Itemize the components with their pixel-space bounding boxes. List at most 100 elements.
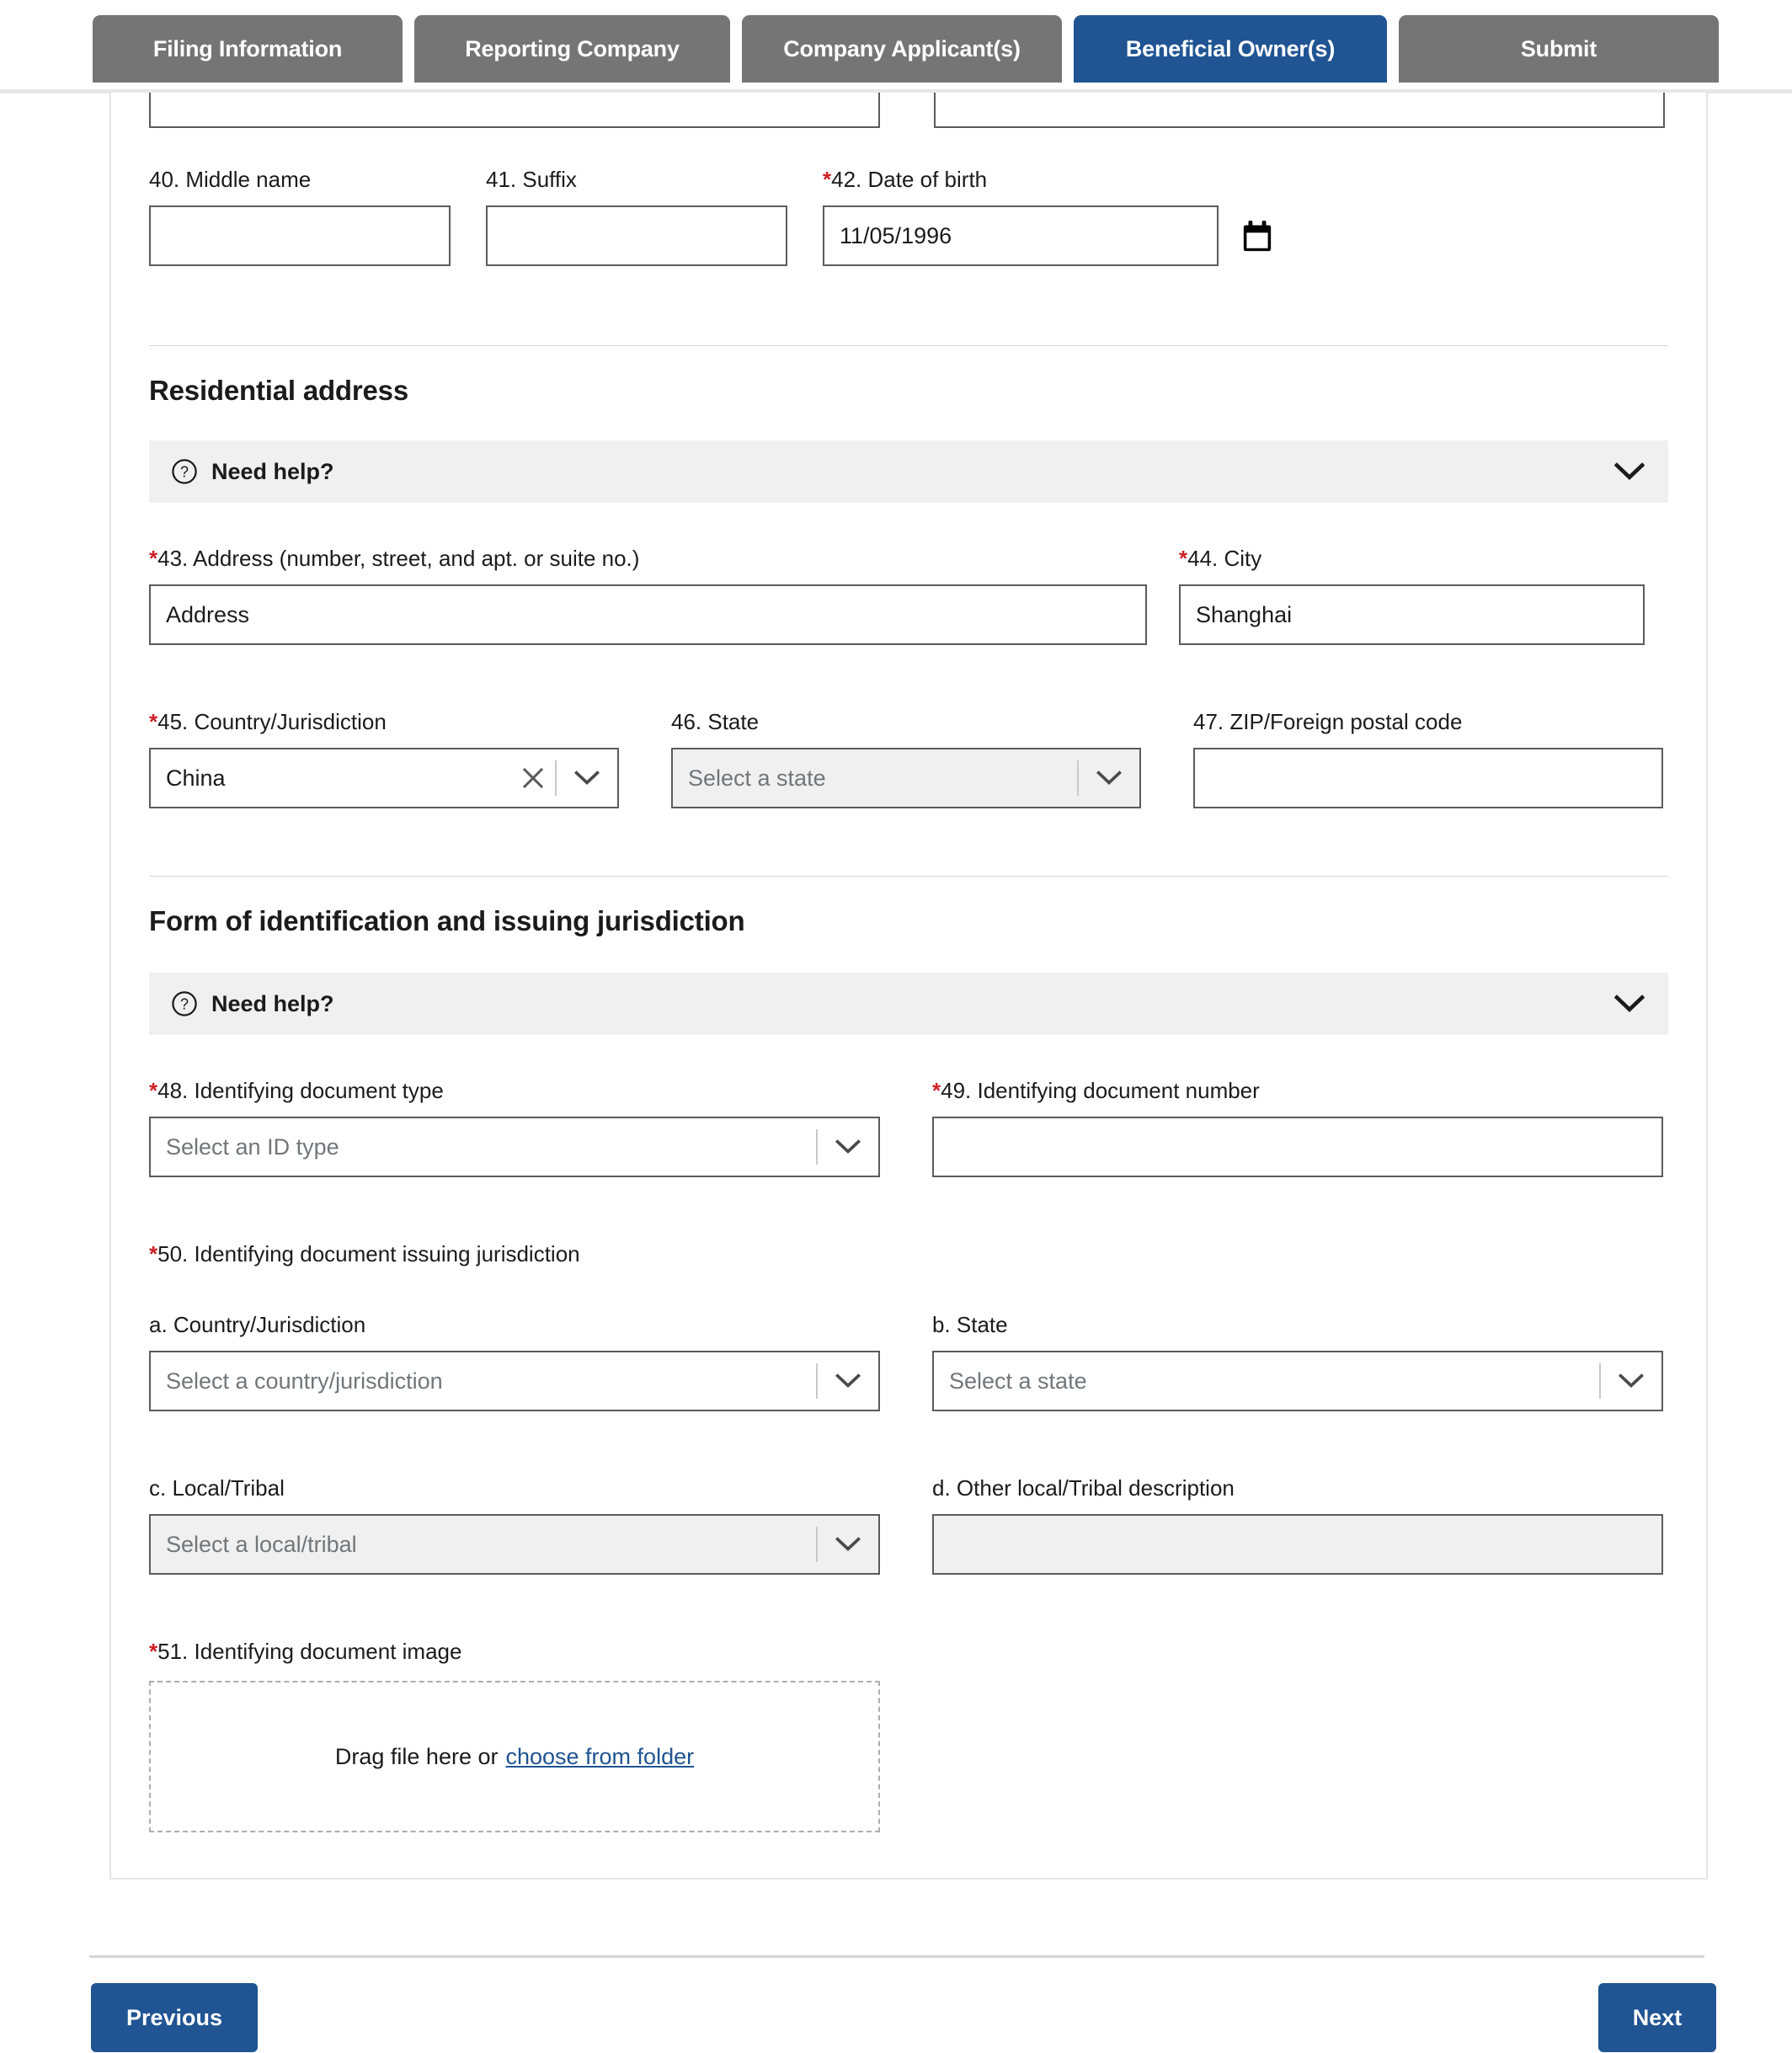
divider-above-residential-address [149, 345, 1668, 346]
city-input[interactable] [1179, 584, 1645, 645]
document-image-dropzone[interactable]: Drag file here or choose from folder [149, 1681, 880, 1832]
dropzone-text: Drag file here or [334, 1743, 499, 1769]
tab-filing-information[interactable]: Filing Information [93, 15, 403, 83]
close-icon[interactable] [511, 765, 555, 791]
other-local-tribal-description-input[interactable] [932, 1514, 1663, 1575]
chevron-down-icon[interactable] [1079, 769, 1139, 787]
tab-label: Submit [1520, 35, 1597, 61]
chevron-down-icon[interactable] [1601, 1372, 1661, 1390]
beneficial-owner-form-card: 40. Middle name 41. Suffix *42. Date of … [109, 93, 1708, 1880]
label-issuing-country: a. Country/Jurisdiction [149, 1312, 366, 1337]
required-asterisk: * [823, 167, 832, 192]
label-country-jurisdiction: *45. Country/Jurisdiction [149, 709, 387, 734]
label-date-of-birth: *42. Date of birth [823, 167, 988, 192]
divider-above-identification [149, 876, 1668, 877]
next-button-label: Next [1632, 2004, 1683, 2030]
identifying-document-type-placeholder: Select an ID type [166, 1133, 339, 1160]
label-other-local-tribal-description: d. Other local/Tribal description [932, 1475, 1235, 1501]
issuing-state-select[interactable]: Select a state [932, 1351, 1663, 1411]
state-placeholder: Select a state [688, 765, 826, 791]
label-issuing-state: b. State [932, 1312, 1008, 1337]
calendar-icon-button[interactable] [1235, 214, 1279, 261]
question-circle-icon: ? [171, 458, 198, 485]
next-button[interactable]: Next [1598, 1983, 1716, 2052]
residential-address-need-help-bar[interactable]: ? Need help? [149, 440, 1668, 503]
required-asterisk: * [1179, 546, 1188, 571]
choose-from-folder-link[interactable]: choose from folder [505, 1744, 694, 1770]
field-address: *43. Address (number, street, and apt. o… [149, 547, 1147, 645]
field-local-tribal: c. Local/Tribal Select a local/tribal [149, 1477, 880, 1575]
field-country-jurisdiction: *45. Country/Jurisdiction China [149, 711, 619, 808]
zip-postal-code-input[interactable] [1193, 748, 1663, 808]
chevron-down-icon[interactable] [818, 1535, 878, 1554]
state-select[interactable]: Select a state [671, 748, 1141, 808]
chevron-down-icon[interactable] [818, 1372, 878, 1390]
local-tribal-placeholder: Select a local/tribal [166, 1531, 357, 1557]
label-city: *44. City [1179, 546, 1262, 571]
label-middle-name: 40. Middle name [149, 167, 312, 192]
chevron-down-icon[interactable] [818, 1138, 878, 1156]
issuing-country-placeholder: Select a country/jurisdiction [166, 1368, 443, 1394]
question-circle-icon: ? [171, 990, 198, 1017]
chevron-down-icon[interactable] [1614, 461, 1645, 482]
issuing-state-placeholder: Select a state [949, 1368, 1087, 1394]
required-asterisk: * [149, 1241, 158, 1266]
required-asterisk: * [932, 1078, 941, 1103]
field-issuing-country: a. Country/Jurisdiction Select a country… [149, 1314, 880, 1411]
field-other-local-tribal-description: d. Other local/Tribal description [932, 1477, 1663, 1575]
field-state: 46. State Select a state [671, 711, 1141, 808]
date-of-birth-input[interactable] [823, 205, 1219, 266]
previous-button[interactable]: Previous [91, 1983, 258, 2052]
previous-button-label: Previous [125, 2004, 223, 2030]
country-jurisdiction-value: China [166, 765, 226, 791]
tab-label: Beneficial Owner(s) [1125, 35, 1336, 61]
need-help-label: Need help? [211, 458, 334, 484]
field-middle-name: 40. Middle name [149, 168, 451, 266]
field-city: *44. City [1179, 547, 1645, 645]
address-input[interactable] [149, 584, 1147, 645]
field-zip-postal-code: 47. ZIP/Foreign postal code [1193, 711, 1663, 808]
required-asterisk: * [149, 546, 158, 571]
identifying-document-number-input[interactable] [932, 1117, 1663, 1177]
required-asterisk: * [149, 1078, 158, 1103]
footer-divider [89, 1955, 1704, 1958]
middle-name-input[interactable] [149, 205, 451, 266]
field-identifying-document-type: *48. Identifying document type Select an… [149, 1080, 880, 1177]
last-name-input-partial[interactable] [934, 93, 1665, 128]
country-jurisdiction-select[interactable]: China [149, 748, 619, 808]
field-issuing-state: b. State Select a state [932, 1314, 1663, 1411]
tab-beneficial-owners[interactable]: Beneficial Owner(s) [1074, 15, 1387, 83]
label-local-tribal: c. Local/Tribal [149, 1475, 285, 1501]
label-issuing-jurisdiction: *50. Identifying document issuing jurisd… [149, 1241, 580, 1266]
identifying-document-type-select[interactable]: Select an ID type [149, 1117, 880, 1177]
required-asterisk: * [149, 709, 158, 734]
tab-company-applicants[interactable]: Company Applicant(s) [742, 15, 1062, 83]
svg-text:?: ? [180, 996, 189, 1013]
need-help-label: Need help? [211, 990, 334, 1016]
residential-address-heading: Residential address [149, 375, 408, 406]
label-identifying-document-image: *51. Identifying document image [149, 1639, 462, 1664]
suffix-input[interactable] [486, 205, 787, 266]
tab-reporting-company[interactable]: Reporting Company [414, 15, 730, 83]
label-address: *43. Address (number, street, and apt. o… [149, 546, 640, 571]
wizard-tab-bar: Filing Information Reporting Company Com… [0, 0, 1792, 93]
label-identifying-document-type: *48. Identifying document type [149, 1078, 444, 1103]
scrolled-off-fields-row [149, 93, 1668, 128]
svg-text:?: ? [180, 464, 189, 481]
label-suffix: 41. Suffix [486, 167, 577, 192]
tab-label: Filing Information [152, 35, 343, 61]
calendar-icon [1243, 220, 1272, 252]
label-zip-postal-code: 47. ZIP/Foreign postal code [1193, 709, 1463, 734]
identification-need-help-bar[interactable]: ? Need help? [149, 973, 1668, 1035]
chevron-down-icon[interactable] [1614, 994, 1645, 1014]
tab-submit[interactable]: Submit [1399, 15, 1719, 83]
chevron-down-icon[interactable] [557, 769, 617, 787]
required-asterisk: * [149, 1639, 158, 1664]
first-name-input-partial[interactable] [149, 93, 880, 128]
label-state: 46. State [671, 709, 760, 734]
identification-heading: Form of identification and issuing juris… [149, 905, 745, 936]
field-date-of-birth: *42. Date of birth [823, 167, 1272, 266]
issuing-country-select[interactable]: Select a country/jurisdiction [149, 1351, 880, 1411]
local-tribal-select[interactable]: Select a local/tribal [149, 1514, 880, 1575]
tab-label: Company Applicant(s) [783, 35, 1021, 61]
